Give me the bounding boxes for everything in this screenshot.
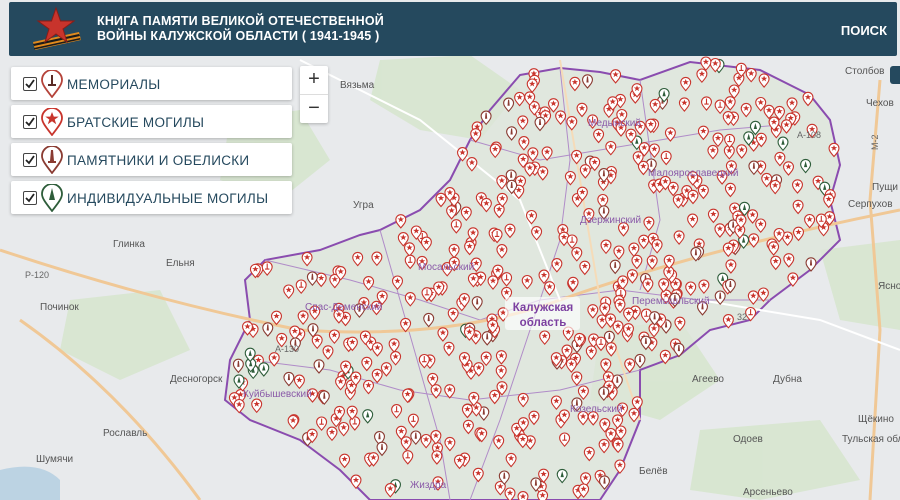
district-label: Жиздра	[410, 480, 447, 491]
layer-label: МЕМОРИАЛЫ	[67, 77, 161, 92]
star-pin-icon	[41, 108, 63, 136]
road-label: 32	[737, 312, 747, 322]
place-label: Глинка	[113, 239, 145, 250]
place-label: Шумячи	[36, 454, 73, 465]
district-label: Малоярославецкий	[648, 168, 738, 179]
red-star-ribbon-logo	[33, 6, 81, 50]
layer-label: БРАТСКИЕ МОГИЛЫ	[67, 115, 205, 130]
road-label: Р-120	[25, 270, 49, 280]
layer-filter-panel: МЕМОРИАЛЫ БРАТСКИЕ МОГИЛЫ ПАМЯТНИКИ И ОБ…	[11, 67, 292, 219]
place-label: Ясно	[878, 281, 900, 292]
district-label: Мосальский	[418, 262, 474, 273]
checkbox[interactable]	[23, 77, 37, 91]
road-label: А-108	[797, 130, 821, 140]
region-label: Калужская	[513, 302, 574, 314]
app-header: КНИГА ПАМЯТИ ВЕЛИКОЙ ОТЕЧЕСТВЕННОЙ ВОЙНЫ…	[9, 2, 897, 56]
side-panel-toggle[interactable]	[890, 66, 900, 84]
road-label: М-2	[870, 135, 880, 151]
memorial-pin-icon	[41, 70, 63, 98]
checkbox[interactable]	[23, 115, 37, 129]
title-line: КНИГА ПАМЯТИ ВЕЛИКОЙ ОТЕЧЕСТВЕННОЙ	[97, 14, 384, 28]
place-label: Серпухов	[848, 199, 893, 210]
zoom-out-button[interactable]: −	[300, 94, 328, 123]
place-label: Десногорск	[170, 374, 223, 385]
page-title: КНИГА ПАМЯТИ ВЕЛИКОЙ ОТЕЧЕСТВЕННОЙ ВОЙНЫ…	[97, 14, 384, 44]
place-label: Чехов	[866, 98, 894, 109]
layer-label: ПАМЯТНИКИ И ОБЕЛИСКИ	[67, 153, 250, 168]
place-label: Щёкино	[858, 414, 894, 425]
place-label: Арсеньево	[743, 487, 793, 498]
layer-toggle-individual-graves[interactable]: ИНДИВИДУАЛЬНЫЕ МОГИЛЫ	[11, 181, 292, 214]
star-marker-icon[interactable]	[537, 489, 549, 500]
zoom-in-button[interactable]: +	[300, 66, 328, 94]
place-label: Рославль	[103, 428, 147, 439]
individual-grave-pin-icon	[41, 184, 63, 212]
district-label: Дзержинский	[580, 215, 641, 226]
place-label: Вязьма	[340, 80, 375, 91]
obelisk-pin-icon	[41, 146, 63, 174]
checkbox[interactable]	[23, 153, 37, 167]
place-label: Ельня	[166, 258, 195, 269]
district-label: Козельский	[570, 404, 623, 415]
district-label: Куйбышевский	[243, 388, 312, 400]
title-line: ВОЙНЫ КАЛУЖСКОЙ ОБЛАСТИ ( 1941-1945 )	[97, 29, 380, 43]
place-label: Пущи	[872, 182, 898, 193]
place-label: Угра	[353, 200, 374, 211]
layer-toggle-memorials[interactable]: МЕМОРИАЛЫ	[11, 67, 292, 100]
layer-toggle-monuments[interactable]: ПАМЯТНИКИ И ОБЕЛИСКИ	[11, 143, 292, 176]
region-label: область	[520, 317, 567, 329]
district-label: Перемышльский	[632, 296, 710, 307]
place-label: Дубна	[773, 373, 802, 385]
checkbox[interactable]	[23, 191, 37, 205]
place-label: Белёв	[639, 466, 668, 477]
layer-label: ИНДИВИДУАЛЬНЫЕ МОГИЛЫ	[67, 191, 269, 206]
road-label: А-130	[275, 344, 299, 354]
star-marker-icon[interactable]	[517, 491, 529, 500]
place-label: Тульская область	[842, 433, 900, 445]
place-label: Агеево	[692, 374, 724, 385]
place-label: Одоев	[733, 434, 763, 445]
place-label: Починок	[40, 302, 79, 313]
district-label: Спас-Деменский	[305, 302, 382, 313]
search-button[interactable]: ПОИСК	[841, 23, 887, 38]
district-label: Медынский	[588, 118, 641, 129]
place-label: Столбов	[845, 65, 884, 77]
layer-toggle-mass-graves[interactable]: БРАТСКИЕ МОГИЛЫ	[11, 105, 292, 138]
zoom-control: + −	[300, 66, 328, 123]
